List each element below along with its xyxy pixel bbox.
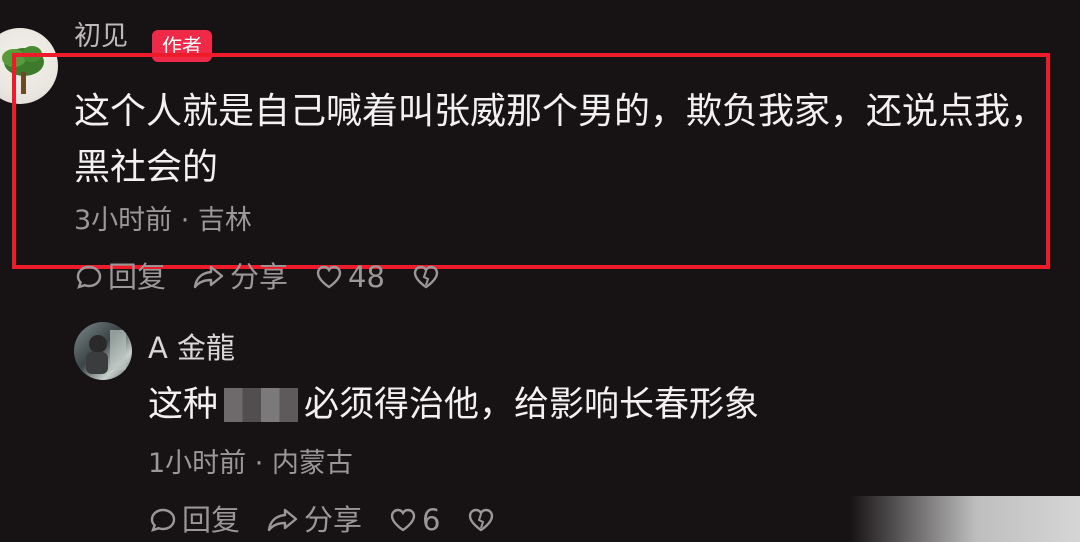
reply-icon xyxy=(150,508,176,532)
comment-text: 这个人就是自己喊着叫张威那个男的，欺负我家，还说点我，黑社会的 xyxy=(74,91,1047,188)
broken-heart-icon xyxy=(469,508,494,532)
share-label: 分享 xyxy=(230,260,289,294)
comment-text: 这种 必须得治他，给影响长春形象 xyxy=(148,380,759,430)
share-icon xyxy=(193,265,224,289)
heart-icon xyxy=(390,508,416,532)
comment-actions: 回复 分享 48 xyxy=(74,259,471,295)
share-button[interactable]: 分享 xyxy=(192,259,288,295)
reply-label: 回复 xyxy=(182,503,241,537)
watermark-overlay xyxy=(850,496,1080,542)
comment-meta: 1小时前 · 内蒙古 xyxy=(148,448,353,479)
dislike-button[interactable] xyxy=(411,262,445,292)
reply-icon xyxy=(76,265,102,289)
censored-mosaic xyxy=(224,388,299,422)
avatar[interactable] xyxy=(74,322,132,380)
reply-button[interactable]: 回复 xyxy=(148,502,240,538)
like-count: 48 xyxy=(348,260,385,294)
like-count: 6 xyxy=(422,503,441,537)
like-button[interactable]: 6 xyxy=(388,502,440,538)
share-icon xyxy=(267,508,298,532)
like-button[interactable]: 48 xyxy=(314,259,385,295)
comment-meta: 3小时前 · 吉林 xyxy=(74,205,252,236)
comment-text-after: 必须得治他，给影响长春形象 xyxy=(304,385,760,425)
heart-icon xyxy=(316,265,342,289)
comment-text-before: 这种 xyxy=(148,385,219,425)
comment-actions: 回复 分享 6 xyxy=(148,502,526,538)
reply-button[interactable]: 回复 xyxy=(74,259,166,295)
share-button[interactable]: 分享 xyxy=(266,502,362,538)
reply-label: 回复 xyxy=(108,260,167,294)
broken-heart-icon xyxy=(413,265,439,289)
username[interactable]: 初见 xyxy=(74,20,128,54)
dislike-button[interactable] xyxy=(466,505,500,535)
username[interactable]: A 金龍 xyxy=(148,330,235,366)
share-label: 分享 xyxy=(304,503,363,537)
